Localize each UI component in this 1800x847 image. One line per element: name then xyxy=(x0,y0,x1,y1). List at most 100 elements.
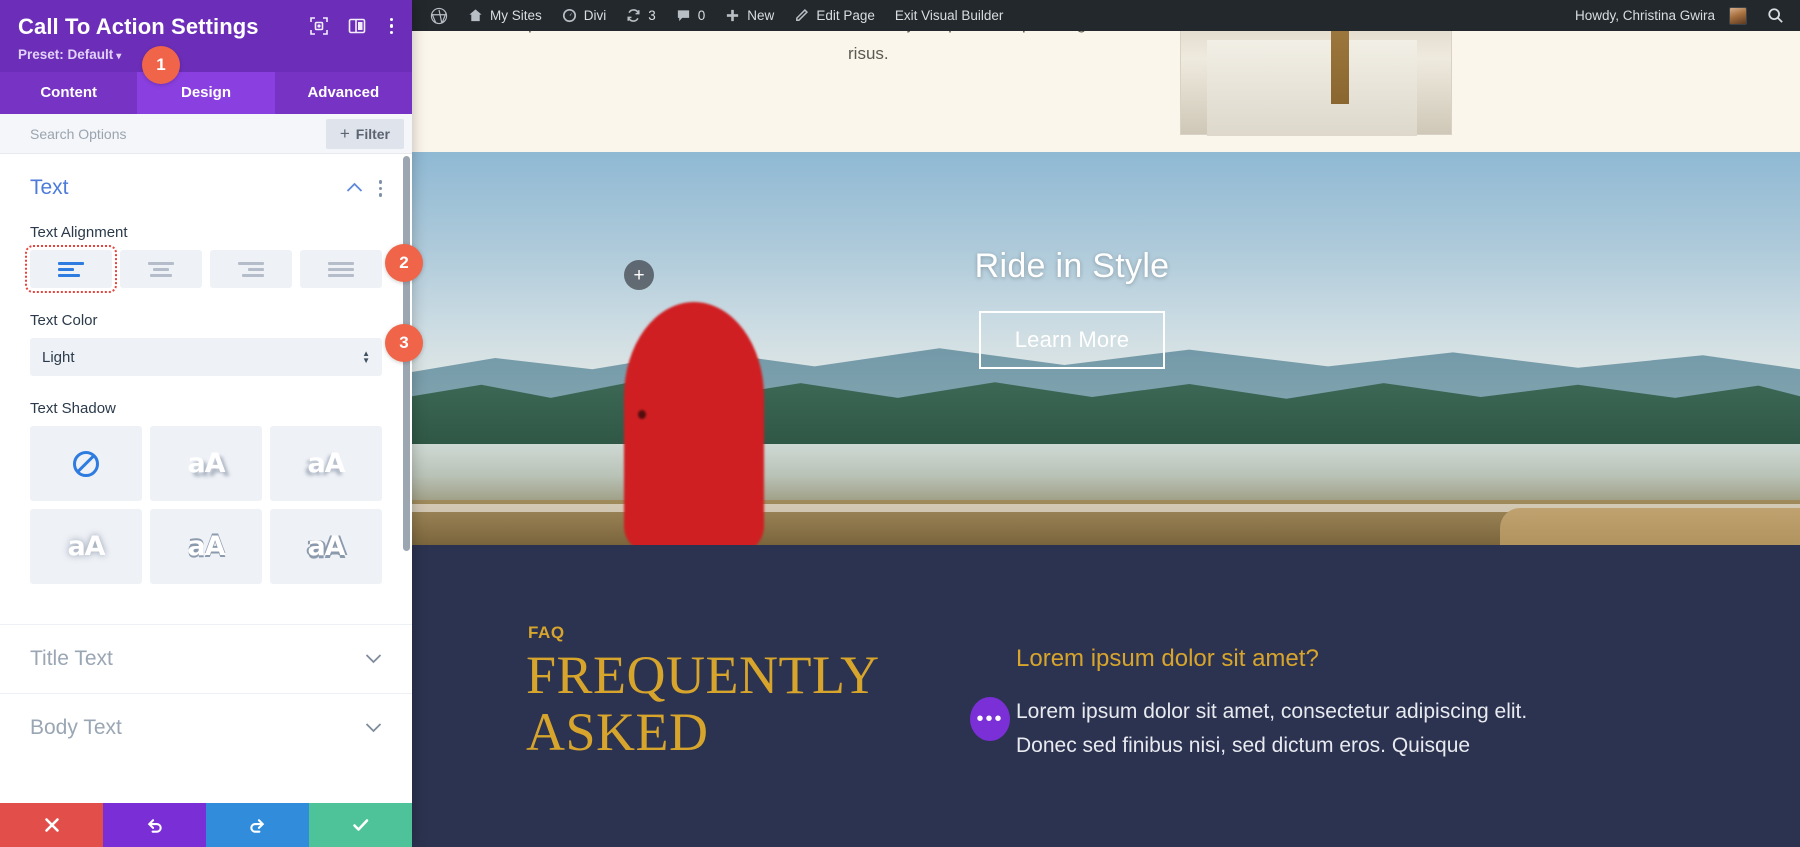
avatar xyxy=(1729,6,1747,25)
text-shadow-sample-1: aA xyxy=(187,448,225,480)
updates-icon xyxy=(626,8,641,23)
cancel-button[interactable] xyxy=(0,803,103,847)
section-faq: FAQ Frequently Asked Lorem ipsum dolor s… xyxy=(412,545,1800,847)
align-center-button[interactable] xyxy=(120,250,202,289)
section-intro-cream: pharetra efficitur elit. nulla et justo … xyxy=(412,31,1800,152)
ab-item-divi[interactable]: Divi xyxy=(552,0,617,31)
ab-item-new[interactable]: New xyxy=(715,0,784,31)
hero-person-red-jacket xyxy=(624,302,764,545)
rendered-page: pharetra efficitur elit. nulla et justo … xyxy=(412,31,1800,847)
section-hero-cta[interactable]: + Ride in Style Learn More xyxy=(412,152,1800,545)
select-stepper-icon: ▲ ▼ xyxy=(362,349,370,366)
align-left-button[interactable] xyxy=(25,245,117,294)
ab-item-updates[interactable]: 3 xyxy=(616,0,666,31)
text-shadow-option-1[interactable]: aA xyxy=(150,426,262,502)
hero-button-wrap: Learn More xyxy=(772,311,1372,369)
panel-header-icons xyxy=(309,16,399,36)
ab-item-edit-page[interactable]: Edit Page xyxy=(784,0,885,31)
tab-content[interactable]: Content xyxy=(0,72,138,115)
learn-more-button[interactable]: Learn More xyxy=(978,311,1166,369)
ab-howdy-label: Howdy, Christina Gwira xyxy=(1574,8,1715,23)
ab-item-my-sites[interactable]: My Sites xyxy=(458,0,552,31)
callout-badge-2: 2 xyxy=(385,244,423,282)
search-icon[interactable] xyxy=(1757,7,1794,24)
text-shadow-sample-3: aA xyxy=(67,531,105,563)
hero-water xyxy=(412,444,1800,502)
add-module-button[interactable]: + xyxy=(624,260,654,290)
section-title-text[interactable]: Title Text xyxy=(0,624,412,693)
more-vertical-icon[interactable] xyxy=(385,17,399,35)
chevron-up-icon[interactable] xyxy=(346,181,363,196)
text-color-select[interactable]: Light ▲ ▼ xyxy=(30,338,382,377)
text-shadow-option-5[interactable]: aA xyxy=(270,509,382,585)
intro-image xyxy=(1180,31,1452,136)
undo-button[interactable] xyxy=(103,803,206,847)
chevron-down-icon xyxy=(365,721,382,736)
preset-selector[interactable]: Preset: Default ▾ xyxy=(18,47,394,62)
section-body-text-label: Body Text xyxy=(30,716,122,740)
pencil-icon xyxy=(794,8,809,23)
text-shadow-sample-2: aA xyxy=(307,448,345,480)
plus-icon xyxy=(725,8,740,23)
page-preview-stage: My Sites Divi 3 0 New Edit Page Exit Vis… xyxy=(412,0,1800,847)
section-body-text[interactable]: Body Text xyxy=(0,693,412,762)
filter-button-label: Filter xyxy=(355,125,390,142)
ab-label-my-sites: My Sites xyxy=(490,8,542,23)
search-input[interactable]: Search Options xyxy=(30,126,326,142)
align-right-button[interactable] xyxy=(210,250,292,289)
plus-icon: + xyxy=(339,124,350,144)
no-shadow-icon xyxy=(73,450,99,477)
hero-title[interactable]: Ride in Style xyxy=(772,247,1372,286)
ab-label-exit-visual-builder: Exit Visual Builder xyxy=(894,8,1004,23)
tab-advanced[interactable]: Advanced xyxy=(274,72,412,115)
ab-item-exit-visual-builder[interactable]: Exit Visual Builder xyxy=(885,0,1014,31)
dashboard-icon xyxy=(562,8,577,23)
field-text-alignment: Text Alignment xyxy=(0,224,412,294)
align-right-icon xyxy=(238,261,264,277)
faq-bullet-icon: ••• xyxy=(970,697,1010,741)
intro-column-2: nulla et justo pellentesque congue nec e… xyxy=(848,31,1161,63)
align-justify-button[interactable] xyxy=(300,250,382,289)
ab-label-comments: 0 xyxy=(697,8,706,23)
chevron-down-icon xyxy=(365,652,382,667)
section-title-text-label: Title Text xyxy=(30,647,113,671)
text-shadow-option-2[interactable]: aA xyxy=(270,426,382,502)
text-shadow-label: Text Shadow xyxy=(30,400,116,418)
text-shadow-sample-5: aA xyxy=(307,531,345,563)
section-text-header[interactable]: Text xyxy=(30,176,382,200)
field-text-shadow: Text Shadow aA aA aA aA aA xyxy=(0,400,412,585)
intro-column-1: pharetra efficitur elit. xyxy=(528,31,828,39)
callout-badge-3: 3 xyxy=(385,324,423,362)
filter-button[interactable]: + Filter xyxy=(325,118,404,149)
faq-answer: Lorem ipsum dolor sit amet, consectetur … xyxy=(1016,700,1528,758)
home-icon xyxy=(468,8,483,23)
text-shadow-none-button[interactable] xyxy=(30,426,142,502)
faq-question: Lorem ipsum dolor sit amet? xyxy=(1016,645,1319,672)
section-more-vertical-icon[interactable] xyxy=(378,180,382,197)
align-center-icon xyxy=(148,261,174,277)
ab-item-comments[interactable]: 0 xyxy=(666,0,716,31)
text-alignment-label: Text Alignment xyxy=(30,224,128,242)
text-shadow-option-3[interactable]: aA xyxy=(30,509,142,585)
search-options-bar: Search Options + Filter xyxy=(0,114,412,155)
panel-action-bar xyxy=(0,803,412,847)
text-shadow-group: aA aA aA aA aA xyxy=(30,426,382,585)
wordpress-logo-icon[interactable] xyxy=(420,0,458,31)
faq-kicker: FAQ xyxy=(528,623,565,642)
ab-label-updates: 3 xyxy=(648,8,656,23)
focus-target-icon[interactable] xyxy=(309,16,329,36)
ab-item-howdy[interactable]: Howdy, Christina Gwira xyxy=(1565,0,1757,31)
panel-scroll-area[interactable]: Text Text Alignment Text Color Light ▲ ▼… xyxy=(0,154,412,803)
chevron-down-icon: ▾ xyxy=(116,51,122,63)
module-settings-panel: Call To Action Settings Preset: Default ▾ xyxy=(0,0,412,847)
hero-deck-bench xyxy=(1500,508,1800,545)
text-shadow-sample-4: aA xyxy=(187,531,225,563)
text-shadow-option-4[interactable]: aA xyxy=(150,509,262,585)
panel-layout-icon[interactable] xyxy=(347,16,367,36)
ab-label-new: New xyxy=(747,8,775,23)
save-button[interactable] xyxy=(309,803,412,847)
field-text-color: Text Color Light ▲ ▼ xyxy=(0,312,412,377)
ab-label-divi: Divi xyxy=(583,8,607,23)
section-text: Text xyxy=(0,154,412,200)
redo-button[interactable] xyxy=(206,803,309,847)
